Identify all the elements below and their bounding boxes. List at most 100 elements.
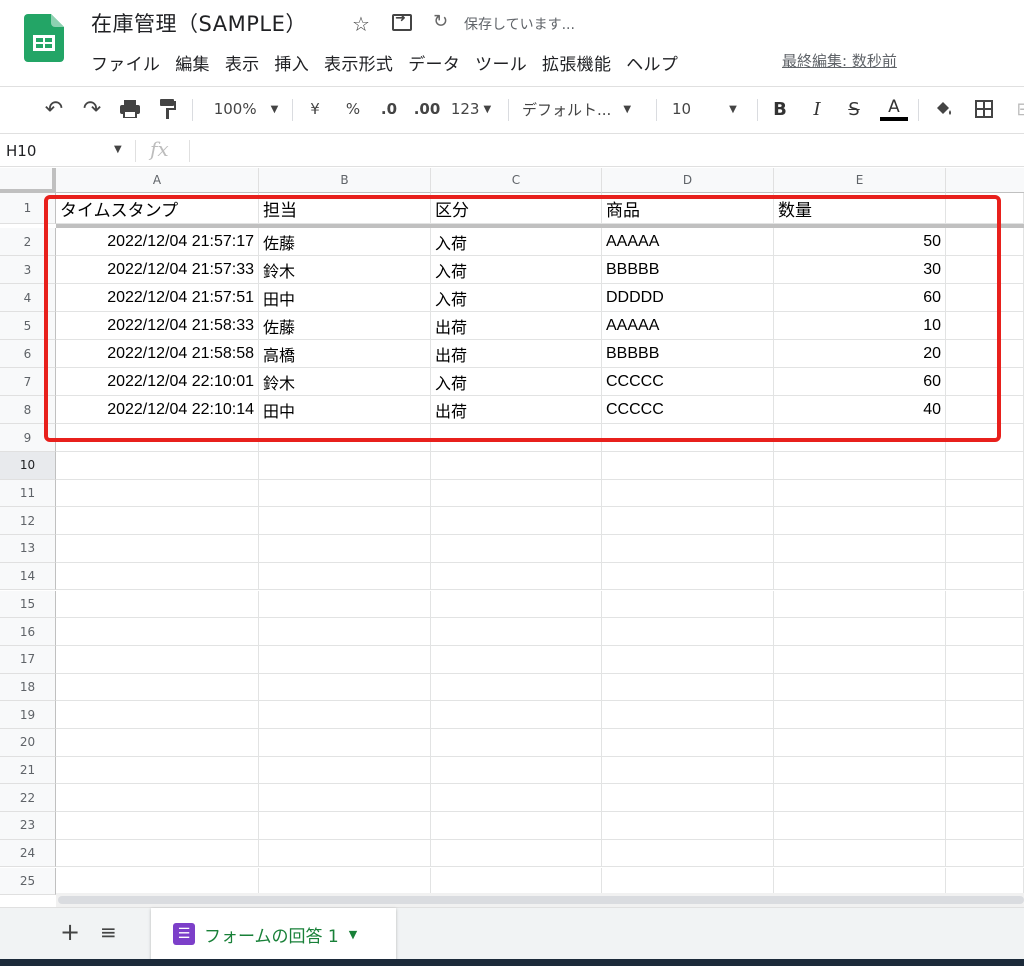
table-cell[interactable] [431, 784, 602, 813]
table-cell[interactable] [774, 562, 946, 591]
column-header-b[interactable]: B [259, 168, 431, 193]
row-header[interactable]: 11 [0, 479, 56, 508]
table-cell[interactable] [602, 756, 774, 785]
menu-edit[interactable]: 編集 [175, 50, 210, 76]
table-cell[interactable] [56, 784, 259, 813]
table-cell[interactable]: 入荷 [431, 228, 602, 256]
chevron-down-icon[interactable]: ▼ [114, 144, 122, 155]
table-cell[interactable] [431, 452, 602, 480]
table-cell[interactable] [259, 839, 431, 868]
table-cell[interactable]: 2022/12/04 21:57:51 [56, 284, 259, 312]
table-cell[interactable] [602, 562, 774, 591]
table-cell[interactable] [774, 812, 946, 840]
zoom-select[interactable]: 100% ▼ [206, 95, 286, 123]
row-header[interactable]: 9 [0, 424, 56, 452]
table-cell[interactable] [56, 562, 259, 591]
row-header[interactable]: 2 [0, 228, 56, 256]
table-cell[interactable] [602, 645, 774, 674]
table-cell[interactable] [602, 701, 774, 729]
table-cell[interactable]: 鈴木 [259, 368, 431, 396]
table-cell[interactable]: 入荷 [431, 256, 602, 284]
column-header-d[interactable]: D [602, 168, 774, 193]
more-formats-button[interactable]: 123 ▼ [448, 95, 494, 123]
row-header[interactable]: 15 [0, 590, 56, 619]
table-cell[interactable] [946, 645, 1024, 674]
table-cell[interactable]: 50 [774, 228, 946, 256]
table-cell[interactable] [946, 618, 1024, 646]
table-cell[interactable] [774, 479, 946, 508]
table-cell[interactable] [946, 479, 1024, 508]
header-cell[interactable]: 商品 [602, 193, 774, 224]
table-cell[interactable]: CCCCC [602, 368, 774, 396]
table-cell[interactable] [946, 784, 1024, 813]
table-cell[interactable] [56, 701, 259, 729]
table-cell[interactable] [774, 867, 946, 896]
table-cell[interactable] [431, 535, 602, 563]
table-cell[interactable]: BBBBB [602, 256, 774, 284]
table-cell[interactable] [946, 535, 1024, 563]
menu-format[interactable]: 表示形式 [324, 50, 393, 76]
table-cell[interactable] [259, 562, 431, 591]
table-cell[interactable] [56, 535, 259, 563]
table-cell[interactable] [602, 812, 774, 840]
row-header[interactable]: 22 [0, 784, 56, 813]
table-cell[interactable] [946, 340, 1024, 368]
table-cell[interactable] [259, 756, 431, 785]
header-cell[interactable] [946, 193, 1024, 224]
table-cell[interactable]: 2022/12/04 21:57:17 [56, 228, 259, 256]
table-cell[interactable] [946, 812, 1024, 840]
table-cell[interactable]: 田中 [259, 284, 431, 312]
table-cell[interactable]: 出荷 [431, 312, 602, 340]
table-cell[interactable] [259, 812, 431, 840]
horizontal-scrollbar[interactable] [56, 893, 1024, 907]
table-cell[interactable] [774, 618, 946, 646]
table-cell[interactable] [602, 784, 774, 813]
sheet-tab[interactable]: ☰ フォームの回答 1 ▼ [151, 908, 396, 960]
table-cell[interactable] [602, 452, 774, 480]
table-cell[interactable] [946, 507, 1024, 536]
table-cell[interactable] [774, 729, 946, 757]
merge-cells-icon[interactable]: ⊟ [1012, 95, 1024, 123]
table-cell[interactable] [946, 256, 1024, 284]
menu-tools[interactable]: ツール [475, 50, 527, 76]
menu-help[interactable]: ヘルプ [626, 50, 678, 76]
table-cell[interactable] [56, 590, 259, 619]
row-header[interactable]: 4 [0, 284, 56, 312]
table-cell[interactable]: 佐藤 [259, 228, 431, 256]
row-header[interactable]: 23 [0, 812, 56, 840]
table-cell[interactable] [259, 673, 431, 702]
currency-format-button[interactable]: ¥ [303, 95, 327, 123]
table-cell[interactable] [259, 590, 431, 619]
table-cell[interactable]: BBBBB [602, 340, 774, 368]
row-header[interactable]: 16 [0, 618, 56, 646]
table-cell[interactable] [602, 729, 774, 757]
table-cell[interactable] [431, 839, 602, 868]
table-cell[interactable] [946, 701, 1024, 729]
row-header[interactable]: 5 [0, 312, 56, 340]
borders-icon[interactable] [972, 95, 996, 123]
select-all-corner[interactable] [0, 168, 56, 193]
table-cell[interactable] [946, 562, 1024, 591]
table-cell[interactable] [431, 590, 602, 619]
row-header[interactable]: 7 [0, 368, 56, 396]
table-cell[interactable] [946, 312, 1024, 340]
undo-icon[interactable]: ↶ [40, 95, 68, 123]
table-cell[interactable] [602, 867, 774, 896]
row-header[interactable]: 10 [0, 452, 56, 480]
table-cell[interactable] [602, 479, 774, 508]
table-cell[interactable] [774, 535, 946, 563]
column-header-a[interactable]: A [56, 168, 259, 193]
row-header[interactable]: 20 [0, 729, 56, 757]
table-cell[interactable] [259, 424, 431, 452]
text-color-button[interactable]: A [880, 95, 908, 123]
all-sheets-icon[interactable]: ≡ [100, 920, 117, 944]
table-cell[interactable] [431, 867, 602, 896]
row-header[interactable]: 24 [0, 839, 56, 868]
row-header[interactable]: 1 [0, 193, 56, 224]
fill-color-icon[interactable] [932, 95, 956, 123]
table-cell[interactable] [56, 839, 259, 868]
table-cell[interactable] [259, 729, 431, 757]
table-cell[interactable] [946, 368, 1024, 396]
table-cell[interactable]: AAAAA [602, 312, 774, 340]
table-cell[interactable] [56, 729, 259, 757]
